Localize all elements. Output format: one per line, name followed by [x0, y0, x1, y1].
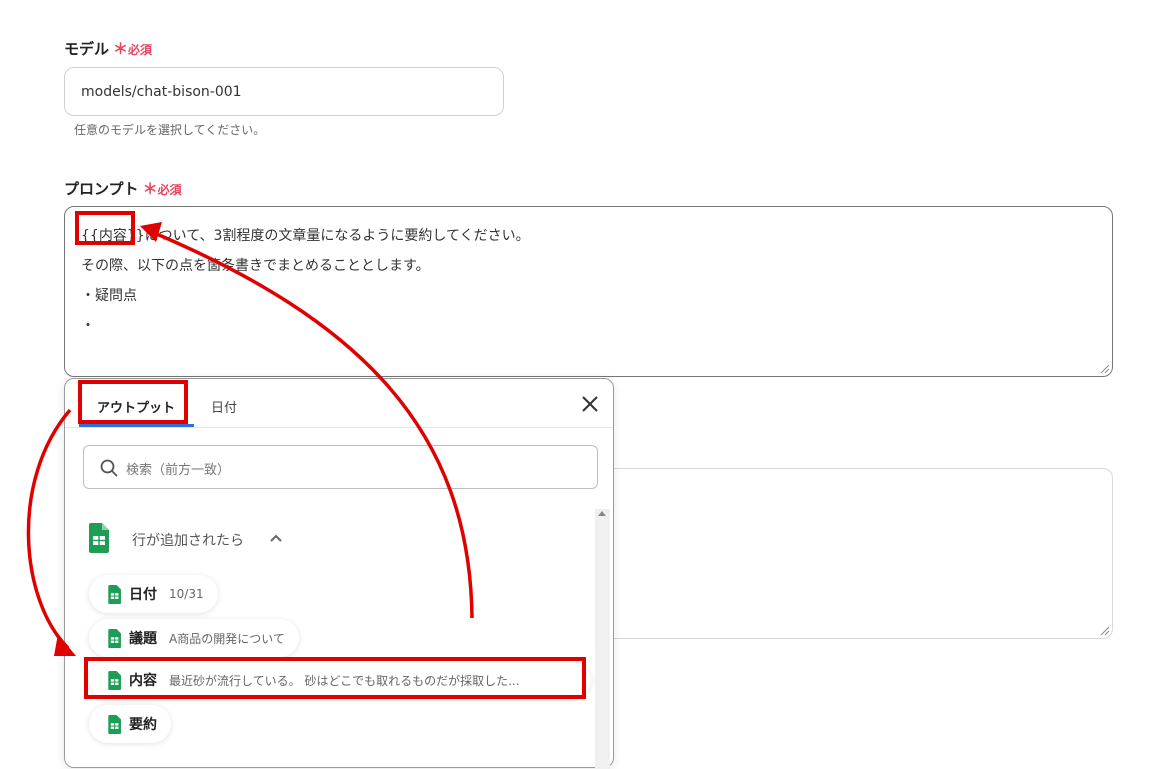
arrow-head-up-icon — [140, 222, 162, 242]
arrow-item-to-variable — [151, 230, 474, 619]
annotation-arrows — [26, 222, 474, 656]
arrow-tab-to-item — [26, 408, 72, 650]
